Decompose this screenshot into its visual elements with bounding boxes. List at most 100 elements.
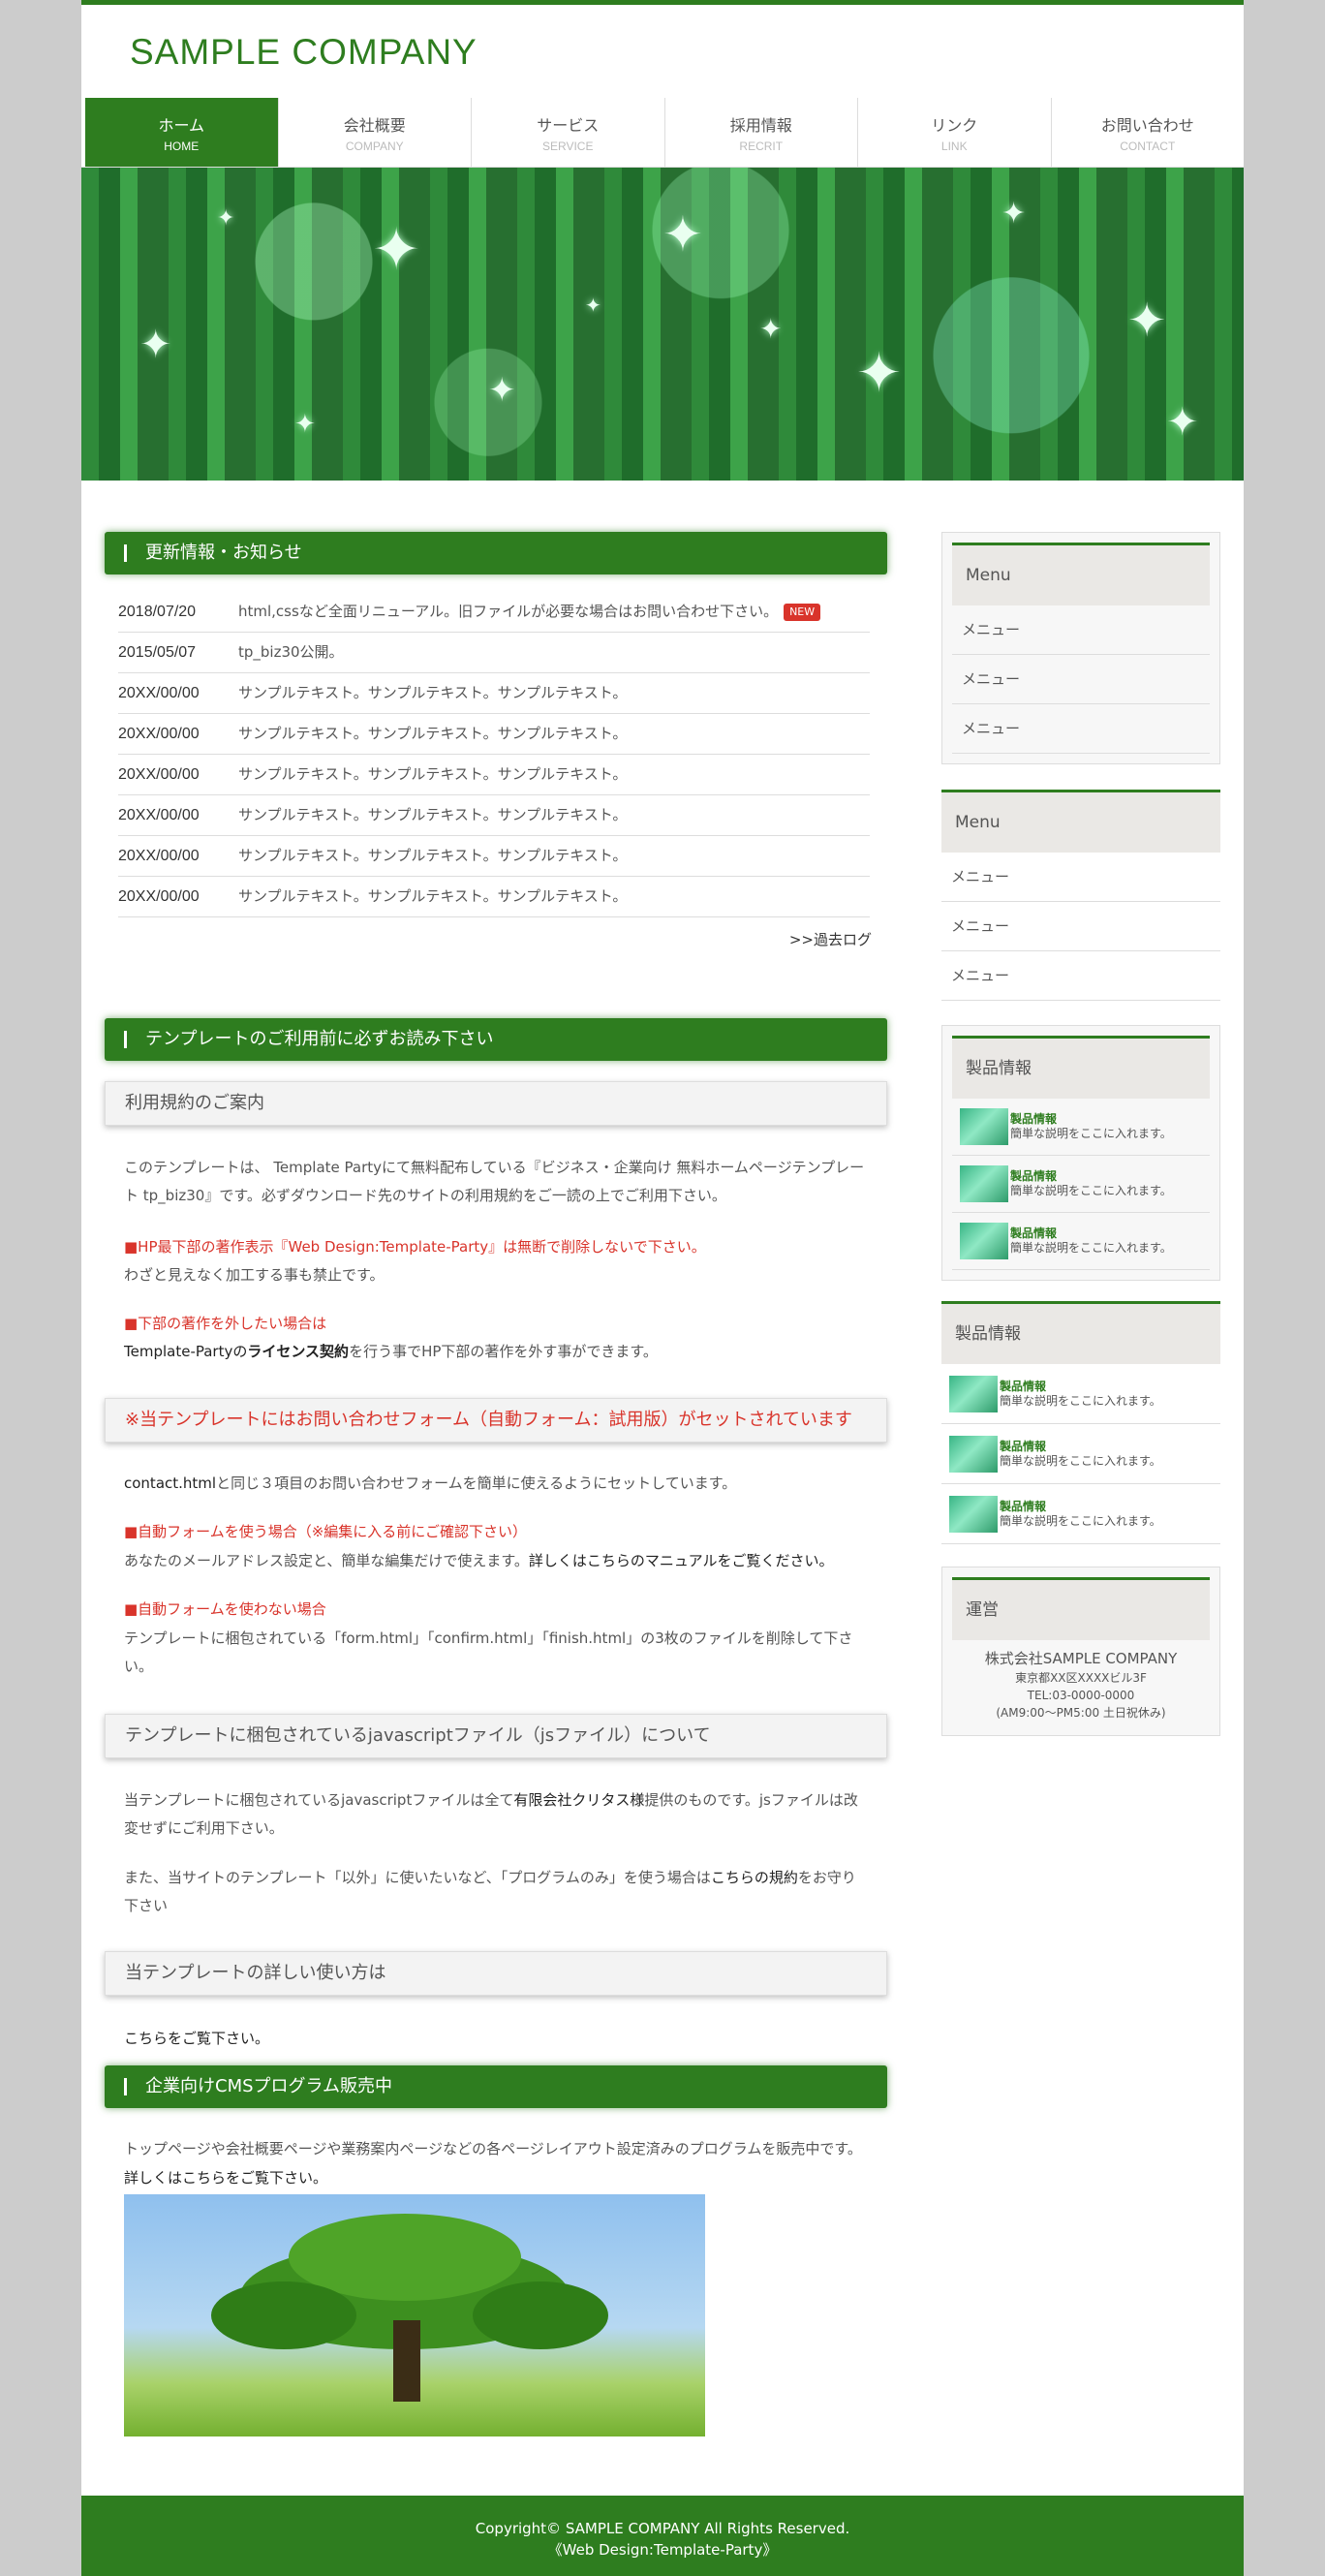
form-warning: ■自動フォームを使う場合（※編集に入る前にご確認下さい） xyxy=(124,1523,527,1540)
nav-label: サービス xyxy=(537,115,600,135)
product-item[interactable]: 製品情報 簡単な説明をここに入れます。 xyxy=(941,1484,1220,1544)
terms-heading: 利用規約のご案内 xyxy=(105,1081,887,1126)
product-item[interactable]: 製品情報 簡単な説明をここに入れます。 xyxy=(941,1364,1220,1424)
sidebar-menu-item[interactable]: メニュー xyxy=(952,704,1210,754)
nav-link[interactable]: リンク LINK xyxy=(858,98,1052,167)
nav-sublabel: SERVICE xyxy=(542,139,594,153)
js-heading: テンプレートに梱包されているjavascriptファイル（jsファイル）について xyxy=(105,1714,887,1758)
cms-link[interactable]: 詳しくはこちらをご覧下さい。 xyxy=(124,2164,868,2192)
nav-home[interactable]: ホーム HOME xyxy=(81,98,279,167)
cms-paragraph: トップページや会社概要ページや業務案内ページなどの各ページレイアウト設定済みのプ… xyxy=(124,2140,862,2157)
news-item: 20XX/00/00 サンプルテキスト。サンプルテキスト。サンプルテキスト。 xyxy=(118,714,870,755)
news-text: サンプルテキスト。サンプルテキスト。サンプルテキスト。 xyxy=(238,806,628,823)
news-text: html,cssなど全面リニューアル。旧ファイルが必要な場合はお問い合わせ下さい… xyxy=(238,592,821,632)
product-desc: 簡単な説明をここに入れます。 xyxy=(1010,1184,1172,1197)
terms-paragraph: わざと見えなく加工する事も禁止です。 xyxy=(124,1266,385,1284)
news-date: 20XX/00/00 xyxy=(118,726,200,742)
sidebar-operator: 運営 株式会社SAMPLE COMPANY 東京都XX区XXXXビル3F TEL… xyxy=(941,1567,1220,1736)
sidebar-menu-item[interactable]: メニュー xyxy=(941,951,1220,1001)
product-name: 製品情報 xyxy=(1000,1439,1047,1453)
product-desc: 簡単な説明をここに入れます。 xyxy=(1000,1513,1161,1528)
text-span: Template-Partyの xyxy=(124,1343,248,1360)
contact-link[interactable]: contact.html xyxy=(124,1474,216,1492)
terms-link[interactable]: こちらの規約 xyxy=(711,1869,798,1886)
nav-label: お問い合わせ xyxy=(1100,115,1194,135)
sidebar-menu-title: Menu xyxy=(941,790,1220,853)
operator-info: 株式会社SAMPLE COMPANY 東京都XX区XXXXビル3F TEL:03… xyxy=(952,1640,1210,1725)
sidebar-menu-item[interactable]: メニュー xyxy=(952,655,1210,704)
news-text: サンプルテキスト。サンプルテキスト。サンプルテキスト。 xyxy=(238,684,628,701)
product-name: 製品情報 xyxy=(1010,1112,1058,1126)
product-item[interactable]: 製品情報 簡単な説明をここに入れます。 xyxy=(952,1213,1210,1270)
sidebar-menu-title: Menu xyxy=(952,543,1210,605)
nav-sublabel: LINK xyxy=(940,139,968,153)
sidebar-menu-item[interactable]: メニュー xyxy=(941,853,1220,902)
nav-service[interactable]: サービス SERVICE xyxy=(472,98,665,167)
news-date: 20XX/00/00 xyxy=(118,766,200,783)
nav-company[interactable]: 会社概要 COMPANY xyxy=(279,98,472,167)
product-name: 製品情報 xyxy=(1000,1379,1047,1393)
news-item: 20XX/00/00 サンプルテキスト。サンプルテキスト。サンプルテキスト。 xyxy=(118,877,870,917)
nav-recruit[interactable]: 採用情報 RECRIT xyxy=(665,98,858,167)
sidebar-products-title: 製品情報 xyxy=(941,1301,1220,1364)
tree-crown xyxy=(473,2281,608,2349)
sidebar-menu-item[interactable]: メニュー xyxy=(941,902,1220,951)
footer-credit-link[interactable]: 《Web Design:Template-Party》 xyxy=(81,2539,1244,2560)
news-heading: 更新情報・お知らせ xyxy=(105,532,887,574)
product-name: 製品情報 xyxy=(1010,1169,1058,1183)
product-thumbnail xyxy=(960,1223,1008,1259)
text-span: また、当サイトのテンプレート「以外」に使いたいなど、「プログラムのみ」を使う場合… xyxy=(124,1869,711,1886)
usage-link[interactable]: こちらをご覧下さい。 xyxy=(124,2025,868,2053)
news-text: サンプルテキスト。サンプルテキスト。サンプルテキスト。 xyxy=(238,847,628,864)
sparkle-icon: ✦ xyxy=(585,294,601,317)
site-logo[interactable]: SAMPLE COMPANY xyxy=(130,32,478,73)
product-name: 製品情報 xyxy=(1000,1499,1047,1513)
past-log-link[interactable]: >>過去ログ xyxy=(789,929,872,949)
main-nav: ホーム HOME 会社概要 COMPANY サービス SERVICE 採用情報 … xyxy=(81,98,1244,168)
tree-trunk xyxy=(393,2320,420,2402)
license-link[interactable]: ライセンス契約 xyxy=(247,1343,349,1360)
nav-sublabel: RECRIT xyxy=(739,139,784,153)
sidebar-products-title: 製品情報 xyxy=(952,1036,1210,1099)
manual-link[interactable]: 詳しくはこちらのマニュアルをご覧ください。 xyxy=(529,1552,834,1569)
product-desc: 簡単な説明をここに入れます。 xyxy=(1000,1453,1161,1468)
sidebar-menu-2: Menu メニュー メニュー メニュー xyxy=(941,790,1220,1001)
text-span: 当テンプレートに梱包されているjavascriptファイルは全て xyxy=(124,1791,514,1809)
hero-image: ✦ ✦ ✦ ✦ ✦ ✦ ✦ ✦ ✦ ✦ ✦ ✦ xyxy=(81,168,1244,481)
nav-label: リンク xyxy=(931,115,978,135)
sparkle-icon: ✦ xyxy=(372,216,421,284)
product-desc: 簡単な説明をここに入れます。 xyxy=(1000,1393,1161,1408)
terms-warning: ■HP最下部の著作表示『Web Design:Template-Party』は無… xyxy=(124,1238,706,1256)
news-date: 20XX/00/00 xyxy=(118,685,200,701)
form-paragraph: テンプレートに梱包されている「form.html」「confirm.html」「… xyxy=(124,1629,853,1675)
operator-hours: (AM9:00〜PM5:00 土日祝休み) xyxy=(996,1706,1166,1720)
news-date: 20XX/00/00 xyxy=(118,888,200,905)
sparkle-icon: ✦ xyxy=(139,323,172,367)
sidebar-products-2: 製品情報 製品情報 簡単な説明をここに入れます。 製品情報 簡単な説明をここに入れま… xyxy=(941,1301,1220,1544)
product-name: 製品情報 xyxy=(1010,1226,1058,1240)
footer-copyright: Copyright© SAMPLE COMPANY All Rights Res… xyxy=(475,2520,850,2537)
footer: Copyright© SAMPLE COMPANY All Rights Res… xyxy=(81,2496,1244,2576)
product-thumbnail xyxy=(960,1108,1008,1145)
page-wrapper: SAMPLE COMPANY ホーム HOME 会社概要 COMPANY サービ… xyxy=(81,0,1244,2576)
terms-paragraph: Template-Partyのライセンス契約を行う事でHP下部の著作を外す事がで… xyxy=(124,1338,868,1366)
nav-sublabel: CONTACT xyxy=(1120,139,1176,153)
terms-warning: ■下部の著作を外したい場合は xyxy=(124,1315,327,1332)
usage-heading: 当テンプレートの詳しい使い方は xyxy=(105,1951,887,1996)
news-text: サンプルテキスト。サンプルテキスト。サンプルテキスト。 xyxy=(238,887,628,905)
text-span: あなたのメールアドレス設定と、簡単な編集だけで使えます。 xyxy=(124,1552,529,1569)
product-item[interactable]: 製品情報 簡単な説明をここに入れます。 xyxy=(941,1424,1220,1484)
terms-paragraph: このテンプレートは、 Template Partyにて無料配布している『ビジネス… xyxy=(124,1159,865,1204)
nav-contact[interactable]: お問い合わせ CONTACT xyxy=(1052,98,1245,167)
sidebar-menu-item[interactable]: メニュー xyxy=(952,605,1210,655)
news-date: 2015/05/07 xyxy=(118,644,197,661)
kuritasu-link[interactable]: 有限会社クリタス様 xyxy=(513,1791,644,1809)
product-item[interactable]: 製品情報 簡単な説明をここに入れます。 xyxy=(952,1099,1210,1156)
form-paragraph: あなたのメールアドレス設定と、簡単な編集だけで使えます。詳しくはこちらのマニュア… xyxy=(124,1547,868,1575)
tree-photo xyxy=(124,2194,705,2436)
sparkle-icon: ✦ xyxy=(856,342,902,405)
product-item[interactable]: 製品情報 簡単な説明をここに入れます。 xyxy=(952,1156,1210,1213)
news-list: 2018/07/20 html,cssなど全面リニューアル。旧ファイルが必要な場… xyxy=(118,592,870,917)
news-text-body: html,cssなど全面リニューアル。旧ファイルが必要な場合はお問い合わせ下さい… xyxy=(238,603,779,620)
sparkle-icon: ✦ xyxy=(217,206,235,231)
